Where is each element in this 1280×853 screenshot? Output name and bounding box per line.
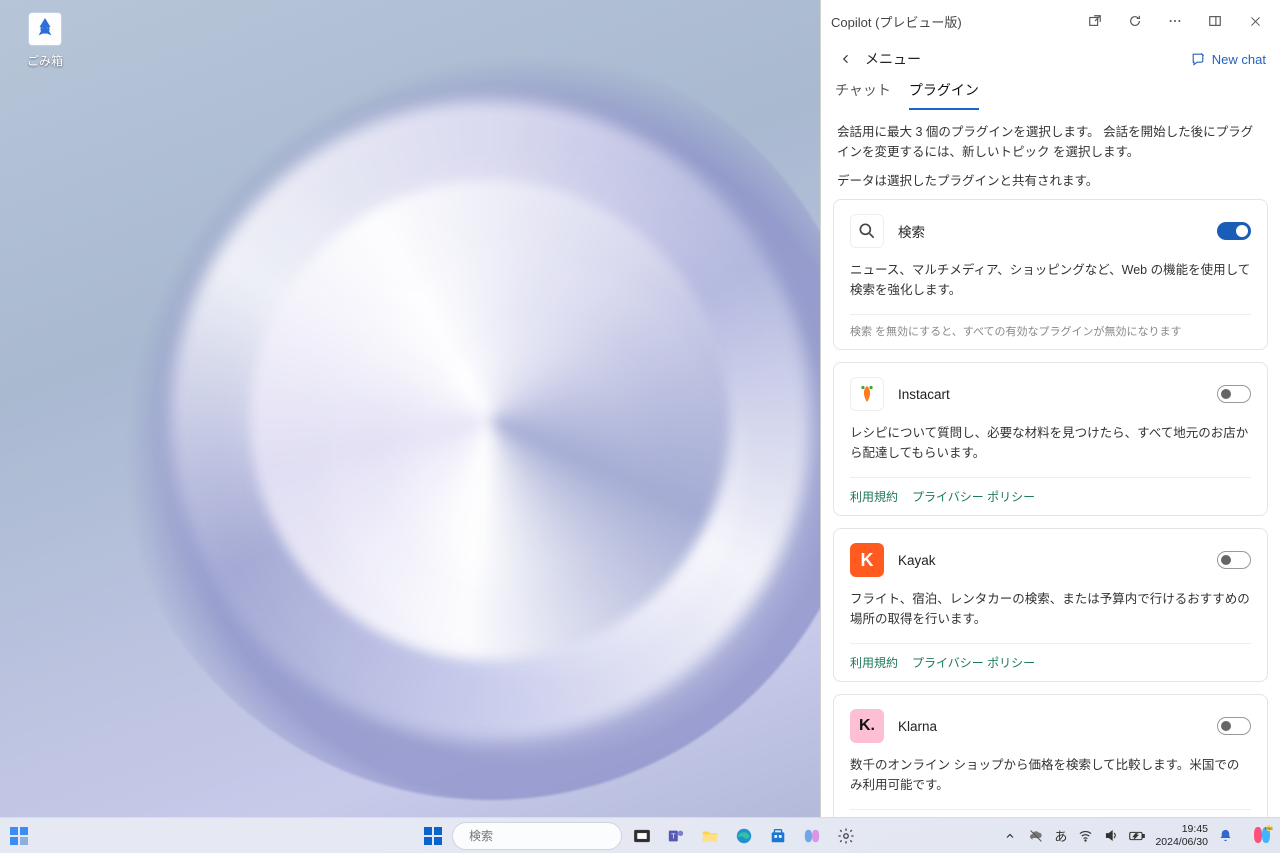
taskbar-search-input[interactable] [469,829,624,843]
clock-time: 19:45 [1155,823,1208,836]
plugin-desc: 数千のオンライン ショップから価格を検索して比較します。米国でのみ利用可能です。 [850,755,1251,795]
tab-plugins[interactable]: プラグイン [909,80,979,110]
volume-icon[interactable] [1103,828,1119,844]
plugin-card-klarna: K. Klarna 数千のオンライン ショップから価格を検索して比較します。米国… [833,694,1268,817]
back-button[interactable] [835,48,857,70]
plugins-intro2: データは選択したプラグインと共有されます。 [833,168,1268,199]
plugin-desc: レシピについて質問し、必要な材料を見つけたら、すべて地元のお店から配達してもらい… [850,423,1251,463]
instacart-icon [850,377,884,411]
taskbar: T あ 19:45 2024/06/30 PRE [0,817,1280,853]
explorer-icon[interactable] [696,822,724,850]
store-icon[interactable] [764,822,792,850]
refresh-icon[interactable] [1120,6,1150,36]
privacy-link[interactable]: プライバシー ポリシー [912,654,1035,671]
open-external-icon[interactable] [1080,6,1110,36]
teams-icon[interactable]: T [662,822,690,850]
battery-icon[interactable] [1129,828,1145,844]
plugin-name: Klarna [898,719,1203,734]
plugins-intro1: 会話用に最大 3 個のプラグインを選択します。 会話を開始した後にプラグインを変… [833,120,1268,168]
clock[interactable]: 19:45 2024/06/30 [1155,823,1208,848]
kayak-icon: K [850,543,884,577]
notifications-icon[interactable] [1218,828,1234,844]
wifi-icon[interactable] [1077,828,1093,844]
recycle-bin-icon [22,8,68,50]
privacy-link[interactable]: プライバシー ポリシー [912,488,1035,505]
copilot-titlebar: Copilot (プレビュー版) [821,0,1280,42]
plugin-card-search: 検索 ニュース、マルチメディア、ショッピングなど、Web の機能を使用して検索を… [833,199,1268,350]
taskbar-search[interactable] [452,822,622,850]
plugin-toggle-search[interactable] [1217,222,1251,240]
plugins-scroll[interactable]: 会話用に最大 3 個のプラグインを選択します。 会話を開始した後にプラグインを変… [821,110,1280,817]
plugin-card-instacart: Instacart レシピについて質問し、必要な材料を見つけたら、すべて地元のお… [833,362,1268,516]
copilot-taskbar-icon[interactable] [798,822,826,850]
search-plugin-icon [850,214,884,248]
plugin-name: 検索 [898,221,1203,241]
new-chat-button[interactable]: New chat [1190,51,1266,67]
svg-text:T: T [671,831,676,840]
plugin-desc: ニュース、マルチメディア、ショッピングなど、Web の機能を使用して検索を強化し… [850,260,1251,300]
svg-text:PRE: PRE [1265,826,1274,831]
plugin-toggle-kayak[interactable] [1217,551,1251,569]
copilot-desktop-button[interactable]: PRE [1248,821,1276,849]
recycle-bin-label: ごみ箱 [12,52,78,69]
new-chat-label: New chat [1212,52,1266,67]
task-view-icon[interactable] [628,822,656,850]
tray-overflow-icon[interactable] [1002,828,1018,844]
edge-icon[interactable] [730,822,758,850]
recycle-bin[interactable]: ごみ箱 [12,8,78,69]
taskbar-center: T [420,822,860,850]
klarna-icon: K. [850,709,884,743]
settings-icon[interactable] [832,822,860,850]
terms-link[interactable]: 利用規約 [850,488,898,505]
copilot-subheader: メニュー New chat [821,42,1280,80]
copilot-title: Copilot (プレビュー版) [831,12,962,31]
ime-indicator[interactable]: あ [1054,828,1067,844]
plugin-note: 検索 を無効にすると、すべての有効なプラグインが無効になります [850,314,1251,339]
plugin-name: Kayak [898,553,1203,568]
more-icon[interactable] [1160,6,1190,36]
plugin-toggle-klarna[interactable] [1217,717,1251,735]
menu-label: メニュー [865,49,921,69]
copilot-panel: Copilot (プレビュー版) メニュー New chat チャット プラグイ… [820,0,1280,817]
close-icon[interactable] [1240,6,1270,36]
terms-link[interactable]: 利用規約 [850,654,898,671]
onedrive-icon[interactable] [1028,828,1044,844]
tab-chat[interactable]: チャット [835,80,891,110]
system-tray: あ 19:45 2024/06/30 [1002,823,1274,848]
copilot-tabs: チャット プラグイン [821,80,1280,110]
desktop: ごみ箱 Copilot (プレビュー版) メニュー New chat チャット … [0,0,1280,853]
plugin-desc: フライト、宿泊、レンタカーの検索、または予算内で行けるおすすめの場所の取得を行い… [850,589,1251,629]
clock-date: 2024/06/30 [1155,836,1208,849]
wallpaper-bloom [110,40,870,800]
plugin-card-kayak: K Kayak フライト、宿泊、レンタカーの検索、または予算内で行けるおすすめの… [833,528,1268,682]
plugin-name: Instacart [898,387,1203,402]
new-chat-icon [1190,51,1206,67]
widgets-button[interactable] [6,823,32,849]
plugin-toggle-instacart[interactable] [1217,385,1251,403]
start-button[interactable] [420,823,446,849]
dock-icon[interactable] [1200,6,1230,36]
